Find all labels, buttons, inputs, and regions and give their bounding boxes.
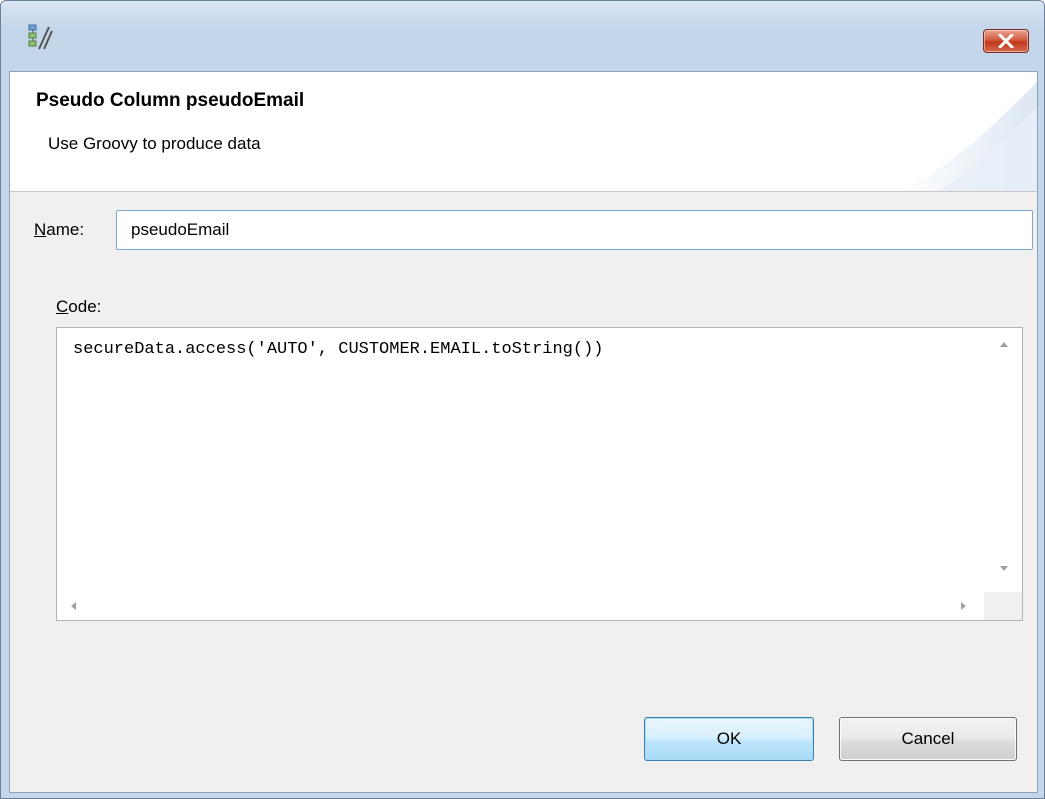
close-button[interactable] (983, 29, 1029, 53)
scroll-down-icon[interactable] (1000, 566, 1008, 571)
horizontal-scrollbar[interactable] (57, 592, 983, 620)
name-label: Name: (34, 220, 85, 239)
cancel-button[interactable]: Cancel (839, 717, 1017, 761)
title-bar[interactable] (1, 1, 1044, 31)
name-input[interactable] (116, 210, 1033, 250)
scroll-right-icon[interactable] (961, 602, 966, 610)
vertical-scrollbar[interactable] (984, 328, 1022, 592)
title-banner: Pseudo Column pseudoEmail Use Groovy to … (10, 72, 1037, 192)
dialog-title: Pseudo Column pseudoEmail (36, 90, 305, 111)
dialog-description: Use Groovy to produce data (48, 134, 261, 153)
ok-button[interactable]: OK (644, 717, 814, 761)
dialog-window: Pseudo Column pseudoEmail Use Groovy to … (0, 0, 1045, 799)
code-label: Code: (56, 297, 102, 316)
pseudo-column-edit-icon (27, 23, 53, 53)
dialog-body: Pseudo Column pseudoEmail Use Groovy to … (9, 71, 1038, 793)
scroll-corner (984, 592, 1022, 620)
scroll-up-icon[interactable] (1000, 342, 1008, 347)
banner-decoration (899, 82, 1037, 191)
code-text[interactable]: secureData.access('AUTO', CUSTOMER.EMAIL… (59, 330, 981, 592)
close-icon (998, 34, 1014, 48)
scroll-left-icon[interactable] (71, 602, 76, 610)
code-editor[interactable]: secureData.access('AUTO', CUSTOMER.EMAIL… (56, 327, 1023, 621)
